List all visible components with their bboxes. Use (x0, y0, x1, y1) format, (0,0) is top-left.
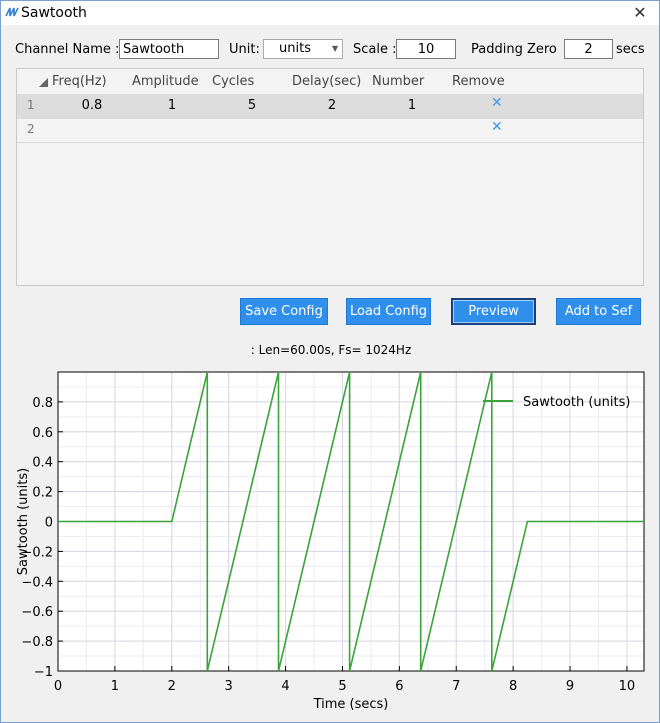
x-tick-label: 8 (509, 679, 517, 694)
title-bar: Sawtooth ✕ (1, 1, 659, 25)
x-axis-label: Time (secs) (313, 697, 389, 712)
y-tick-label: 0.8 (32, 396, 53, 411)
header-delay[interactable]: Delay(sec) (292, 74, 361, 89)
remove-row-icon[interactable]: ✕ (491, 119, 503, 135)
row-number: 2 (27, 122, 35, 136)
header-number[interactable]: Number (372, 74, 424, 89)
unit-label: Unit: (229, 42, 260, 57)
x-tick-label: 7 (452, 679, 460, 694)
app-icon (5, 7, 19, 17)
window-title: Sawtooth (21, 5, 87, 21)
cell-cycles[interactable]: 5 (212, 98, 292, 113)
header-freq[interactable]: Freq(Hz) (52, 74, 107, 89)
unit-select[interactable]: units ▼ (263, 39, 343, 59)
y-tick-label: −0.6 (21, 605, 53, 620)
x-tick-label: 3 (225, 679, 233, 694)
channel-name-input[interactable] (119, 39, 219, 59)
channel-name-label: Channel Name : (15, 42, 120, 57)
y-tick-label: 0 (45, 516, 53, 531)
row-number: 1 (27, 98, 35, 112)
cell-delay[interactable]: 2 (292, 98, 372, 113)
header-remove: Remove (452, 74, 505, 89)
remove-row-icon[interactable]: ✕ (491, 95, 503, 111)
table-row[interactable]: 1 0.8 1 5 2 1 ✕ (17, 94, 643, 119)
padding-zero-label: Padding Zero (471, 42, 557, 57)
load-config-button[interactable]: Load Config (346, 298, 431, 325)
waveform-table: Freq(Hz) Amplitude Cycles Delay(sec) Num… (16, 68, 644, 286)
y-axis-label: Sawtooth (units) (16, 468, 31, 575)
dialog-window: Sawtooth ✕ Channel Name : Unit: units ▼ … (0, 0, 660, 723)
x-tick-label: 2 (168, 679, 176, 694)
padding-unit-label: secs (616, 42, 645, 57)
sawtooth-chart: 0 1 2 3 4 5 6 7 8 9 10−1−0.8−0.6−0.4−0.200.20.40.6… (16, 371, 645, 712)
cell-amplitude[interactable]: 1 (132, 98, 212, 113)
close-icon[interactable]: ✕ (625, 1, 655, 25)
y-tick-label: 0.4 (32, 456, 53, 471)
x-tick-label: 6 (395, 679, 403, 694)
cell-number[interactable]: 1 (372, 98, 452, 113)
table-header: Freq(Hz) Amplitude Cycles Delay(sec) Num… (17, 69, 643, 94)
x-tick-label: 4 (281, 679, 289, 694)
x-tick-label: 10 (619, 679, 636, 694)
x-tick-label: 1 (111, 679, 119, 694)
x-tick-label: 9 (566, 679, 574, 694)
padding-zero-input[interactable] (564, 39, 613, 59)
y-tick-label: 0.6 (32, 426, 53, 441)
save-config-button[interactable]: Save Config (240, 298, 328, 325)
y-tick-label: −0.8 (21, 635, 53, 650)
select-all-corner[interactable] (39, 78, 48, 87)
legend-label: Sawtooth (units) (523, 395, 630, 410)
x-tick-label: 0 (54, 679, 62, 694)
y-tick-label: −1 (34, 665, 53, 680)
add-to-sef-button[interactable]: Add to Sef (556, 298, 641, 325)
unit-select-value: units (279, 41, 311, 56)
chevron-down-icon: ▼ (332, 44, 339, 53)
preview-button[interactable]: Preview (451, 298, 536, 325)
cell-freq[interactable]: 0.8 (52, 98, 132, 113)
y-tick-label: 0.2 (32, 486, 53, 501)
signal-info: : Len=60.00s, Fs= 1024Hz (250, 343, 412, 357)
scale-label: Scale : (353, 42, 397, 57)
scale-input[interactable] (396, 39, 456, 59)
header-amplitude[interactable]: Amplitude (132, 74, 199, 89)
header-cycles[interactable]: Cycles (212, 74, 254, 89)
x-tick-label: 5 (338, 679, 346, 694)
table-row[interactable]: 2 ✕ (17, 118, 643, 143)
y-tick-label: −0.4 (21, 575, 53, 590)
